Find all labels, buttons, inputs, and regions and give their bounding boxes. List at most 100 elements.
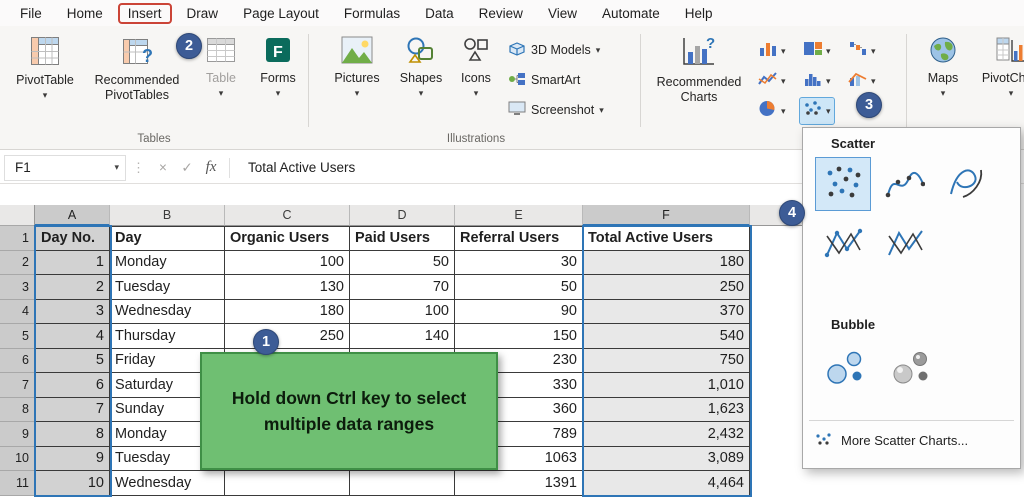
insert-statistic-chart-button[interactable]: ▾: [800, 68, 834, 94]
cell-C4[interactable]: 180: [225, 299, 350, 324]
cell-A10[interactable]: 9: [35, 446, 110, 471]
cell-A8[interactable]: 7: [35, 397, 110, 422]
cell-E1[interactable]: Referral Users: [455, 226, 583, 251]
cell-F5[interactable]: 540: [583, 324, 750, 349]
cell-F8[interactable]: 1,623: [583, 397, 750, 422]
cell-F11[interactable]: 4,464: [583, 471, 750, 496]
cell-F9[interactable]: 2,432: [583, 422, 750, 447]
more-scatter-charts-item[interactable]: More Scatter Charts...: [803, 427, 1020, 453]
insert-hierarchy-chart-button[interactable]: ▾: [800, 38, 834, 64]
cell-F1[interactable]: Total Active Users: [583, 226, 750, 251]
tab-page-layout[interactable]: Page Layout: [233, 3, 329, 24]
cell-C2[interactable]: 100: [225, 250, 350, 275]
row-header-4[interactable]: 4: [0, 299, 35, 324]
cell-E4[interactable]: 90: [455, 299, 583, 324]
cell-C5[interactable]: 250: [225, 324, 350, 349]
pivotchart-button[interactable]: PivotChart ▾: [976, 36, 1024, 98]
cell-F3[interactable]: 250: [583, 275, 750, 300]
tab-data[interactable]: Data: [415, 3, 464, 24]
tab-file[interactable]: File: [10, 3, 52, 24]
scatter-option-smooth-lines[interactable]: [939, 157, 995, 211]
cell-A4[interactable]: 3: [35, 299, 110, 324]
insert-scatter-chart-button[interactable]: ▾: [799, 97, 835, 125]
cell-A6[interactable]: 5: [35, 348, 110, 373]
insert-column-chart-button[interactable]: ▾: [755, 38, 789, 64]
insert-combo-chart-button[interactable]: ▾: [845, 68, 879, 94]
scatter-option-straight-lines-markers[interactable]: [815, 217, 871, 271]
cell-A3[interactable]: 2: [35, 275, 110, 300]
row-header-9[interactable]: 9: [0, 422, 35, 447]
tab-review[interactable]: Review: [469, 3, 533, 24]
bubble-option-bubble[interactable]: [815, 338, 875, 400]
tab-draw[interactable]: Draw: [177, 3, 229, 24]
screenshot-button[interactable]: Screenshot ▾: [508, 98, 604, 122]
bubble-option-3d-bubble[interactable]: [881, 338, 941, 400]
column-header-C[interactable]: C: [225, 205, 350, 226]
row-header-8[interactable]: 8: [0, 397, 35, 422]
name-box[interactable]: F1 ▾: [4, 154, 126, 181]
cell-A5[interactable]: 4: [35, 324, 110, 349]
cell-B5[interactable]: Thursday: [110, 324, 225, 349]
tab-formulas[interactable]: Formulas: [334, 3, 410, 24]
pictures-button[interactable]: Pictures ▾: [328, 36, 386, 98]
column-header-D[interactable]: D: [350, 205, 455, 226]
column-header-A[interactable]: A: [35, 205, 110, 226]
cell-A1[interactable]: Day No.: [35, 226, 110, 251]
icons-button[interactable]: Icons ▾: [454, 36, 498, 98]
three-d-models-button[interactable]: 3D Models ▾: [508, 38, 600, 62]
cell-E5[interactable]: 150: [455, 324, 583, 349]
cell-B4[interactable]: Wednesday: [110, 299, 225, 324]
cell-F6[interactable]: 750: [583, 348, 750, 373]
cell-D4[interactable]: 100: [350, 299, 455, 324]
cell-F10[interactable]: 3,089: [583, 446, 750, 471]
cell-C3[interactable]: 130: [225, 275, 350, 300]
column-header-E[interactable]: E: [455, 205, 583, 226]
tab-help[interactable]: Help: [675, 3, 723, 24]
cell-E3[interactable]: 50: [455, 275, 583, 300]
row-header-11[interactable]: 11: [0, 471, 35, 496]
cell-F4[interactable]: 370: [583, 299, 750, 324]
row-header-7[interactable]: 7: [0, 373, 35, 398]
cell-B3[interactable]: Tuesday: [110, 275, 225, 300]
column-header-B[interactable]: B: [110, 205, 225, 226]
cell-A9[interactable]: 8: [35, 422, 110, 447]
cell-D3[interactable]: 70: [350, 275, 455, 300]
row-header-6[interactable]: 6: [0, 348, 35, 373]
enter-button[interactable]: ✓: [175, 160, 199, 176]
cell-D11[interactable]: [350, 471, 455, 496]
cancel-button[interactable]: ×: [151, 160, 175, 175]
row-header-1[interactable]: 1: [0, 226, 35, 251]
scatter-option-smooth-lines-markers[interactable]: [877, 157, 933, 211]
cell-B1[interactable]: Day: [110, 226, 225, 251]
tab-view[interactable]: View: [538, 3, 587, 24]
insert-line-chart-button[interactable]: ▾: [755, 68, 789, 94]
insert-pie-chart-button[interactable]: ▾: [755, 98, 789, 124]
tab-home[interactable]: Home: [57, 3, 113, 24]
cell-B2[interactable]: Monday: [110, 250, 225, 275]
cell-F7[interactable]: 1,010: [583, 373, 750, 398]
scatter-option-scatter[interactable]: [815, 157, 871, 211]
cell-F2[interactable]: 180: [583, 250, 750, 275]
shapes-button[interactable]: Shapes ▾: [394, 36, 448, 98]
cell-A11[interactable]: 10: [35, 471, 110, 496]
recommended-pivottables-button[interactable]: ? Recommended PivotTables: [86, 36, 188, 102]
cell-C1[interactable]: Organic Users: [225, 226, 350, 251]
cell-D1[interactable]: Paid Users: [350, 226, 455, 251]
chevron-down-icon[interactable]: ▾: [108, 162, 125, 173]
smartart-button[interactable]: SmartArt: [508, 68, 580, 92]
column-header-F[interactable]: F: [583, 205, 750, 226]
row-header-2[interactable]: 2: [0, 250, 35, 275]
cell-A2[interactable]: 1: [35, 250, 110, 275]
forms-button[interactable]: F Forms ▾: [252, 36, 304, 98]
cell-D2[interactable]: 50: [350, 250, 455, 275]
tab-insert[interactable]: Insert: [117, 2, 172, 24]
insert-function-button[interactable]: fx: [199, 159, 223, 176]
maps-button[interactable]: Maps ▾: [918, 36, 968, 98]
table-button[interactable]: Table ▾: [196, 36, 246, 98]
cell-C11[interactable]: [225, 471, 350, 496]
row-header-3[interactable]: 3: [0, 275, 35, 300]
cell-B11[interactable]: Wednesday: [110, 471, 225, 496]
cell-A7[interactable]: 6: [35, 373, 110, 398]
cell-E2[interactable]: 30: [455, 250, 583, 275]
cell-D5[interactable]: 140: [350, 324, 455, 349]
